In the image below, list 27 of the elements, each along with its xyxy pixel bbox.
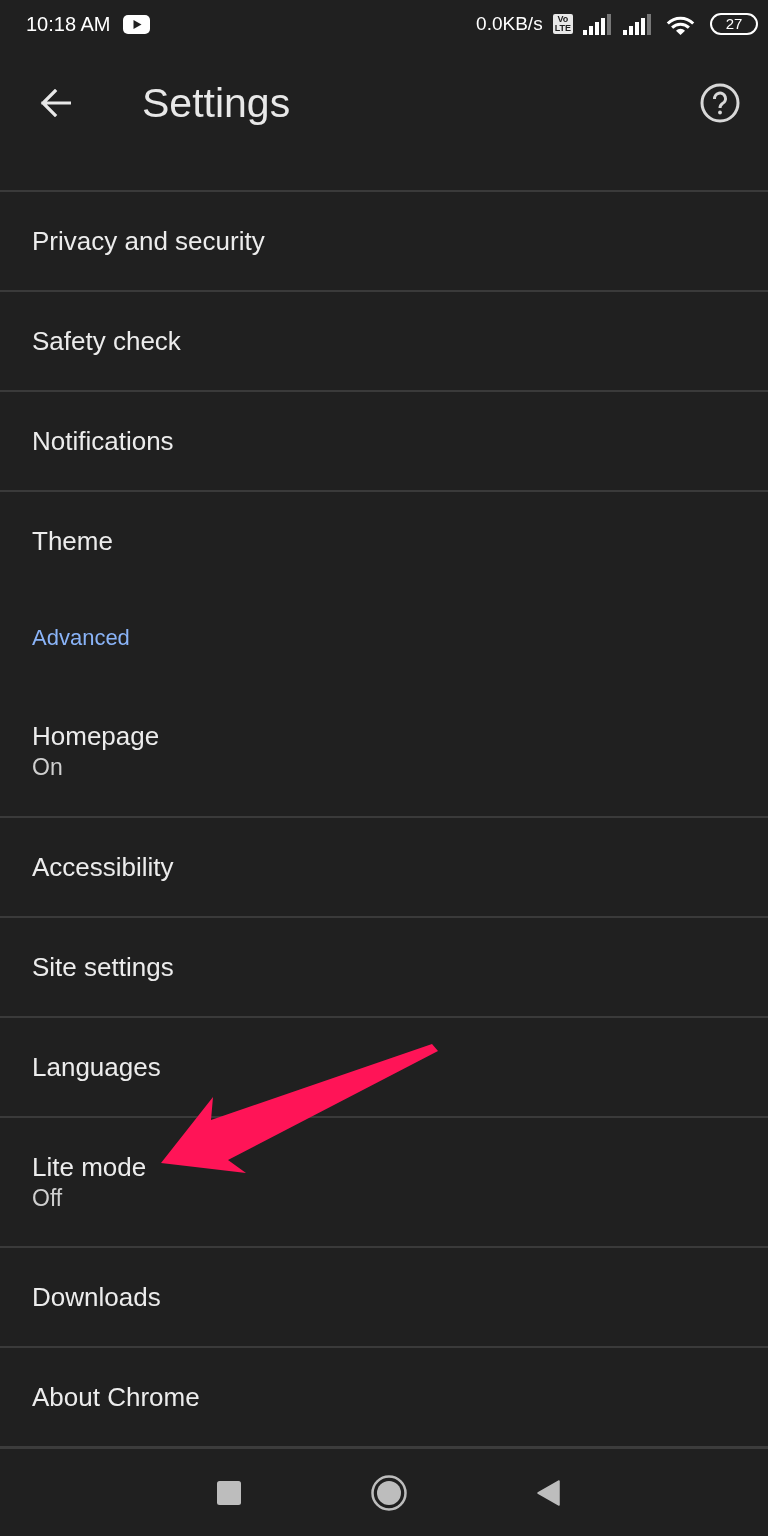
back-icon[interactable] (40, 89, 71, 117)
setting-value: On (32, 753, 63, 782)
page-title: Settings (142, 79, 291, 127)
setting-title[interactable]: Downloads (32, 1281, 161, 1313)
setting-title[interactable]: Site settings (32, 951, 174, 983)
battery-indicator: 27 (710, 13, 758, 35)
setting-title[interactable]: Privacy and security (32, 225, 265, 257)
signal-icon (583, 13, 613, 35)
setting-title[interactable]: Theme (32, 525, 113, 557)
setting-title[interactable]: Accessibility (32, 851, 174, 883)
square-icon[interactable] (216, 1480, 241, 1505)
setting-title[interactable]: Languages (32, 1051, 161, 1083)
play-icon (122, 14, 150, 34)
section-header: Advanced (32, 625, 130, 651)
network-speed: 0.0KB/s (476, 13, 543, 35)
setting-title[interactable]: Safety check (32, 325, 181, 357)
help-icon[interactable] (700, 83, 740, 123)
back-triangle-icon[interactable] (536, 1479, 560, 1506)
setting-value: Off (32, 1184, 63, 1213)
setting-title[interactable]: Notifications (32, 425, 174, 457)
setting-title[interactable]: Homepage (32, 720, 160, 752)
signal-icon (623, 13, 653, 35)
volte-indicator: Vo LTE (552, 14, 573, 34)
home-circle-icon[interactable] (370, 1474, 407, 1511)
status-time: 10:18 AM (26, 12, 111, 36)
setting-title[interactable]: Lite mode (32, 1151, 147, 1183)
setting-title[interactable]: About Chrome (32, 1381, 200, 1413)
